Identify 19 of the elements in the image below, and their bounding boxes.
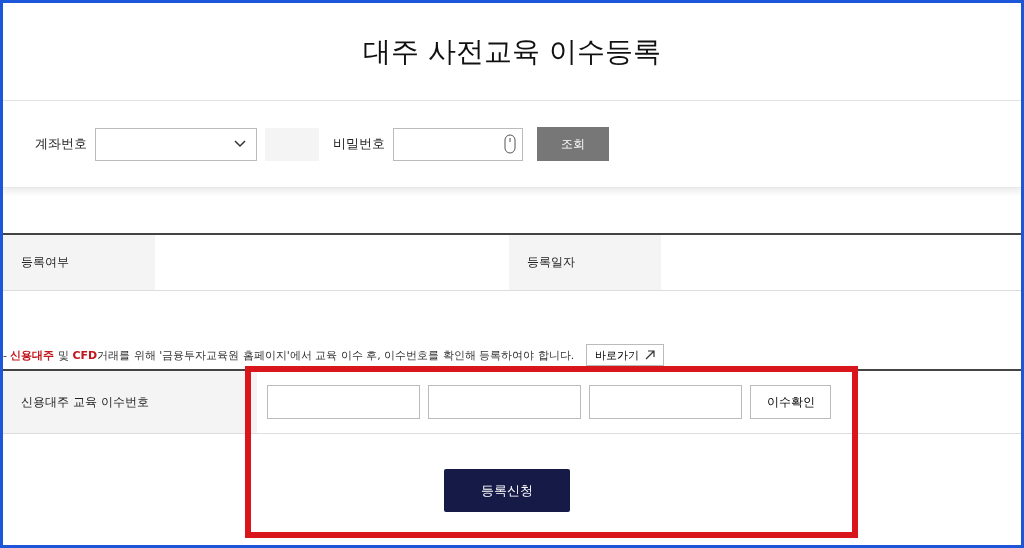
account-label: 계좌번호	[35, 135, 87, 153]
input-field[interactable]	[589, 385, 742, 419]
search-button[interactable]: 조회	[537, 127, 609, 161]
account-select[interactable]	[95, 127, 257, 161]
input-field[interactable]	[267, 385, 420, 419]
verify-button[interactable]: 이수확인	[750, 385, 831, 419]
mouse-icon[interactable]	[504, 134, 516, 154]
chevron-down-icon	[234, 140, 246, 148]
table-header-cell: 신용대주 교육 이수번호	[3, 371, 257, 433]
input-field[interactable]	[428, 385, 581, 419]
password-field[interactable]	[393, 127, 523, 161]
page-title: 대주 사전교육 이수등록	[363, 33, 661, 70]
table-header-cell: 등록일자	[509, 235, 661, 290]
arrow-up-right-icon	[645, 350, 656, 360]
notice-text: - 신용대주 및 CFD거래를 위해 '금융투자교육원 홈페이지'에서 교육 이수 후, 이수번호를 확인해 등록하여야 합니다.	[3, 347, 575, 363]
table-header-cell: 등록여부	[3, 235, 155, 290]
password-label: 비밀번호	[333, 135, 385, 153]
submit-button[interactable]: 등록신청	[444, 469, 570, 512]
shortcut-button[interactable]: 바로가기	[586, 344, 665, 366]
